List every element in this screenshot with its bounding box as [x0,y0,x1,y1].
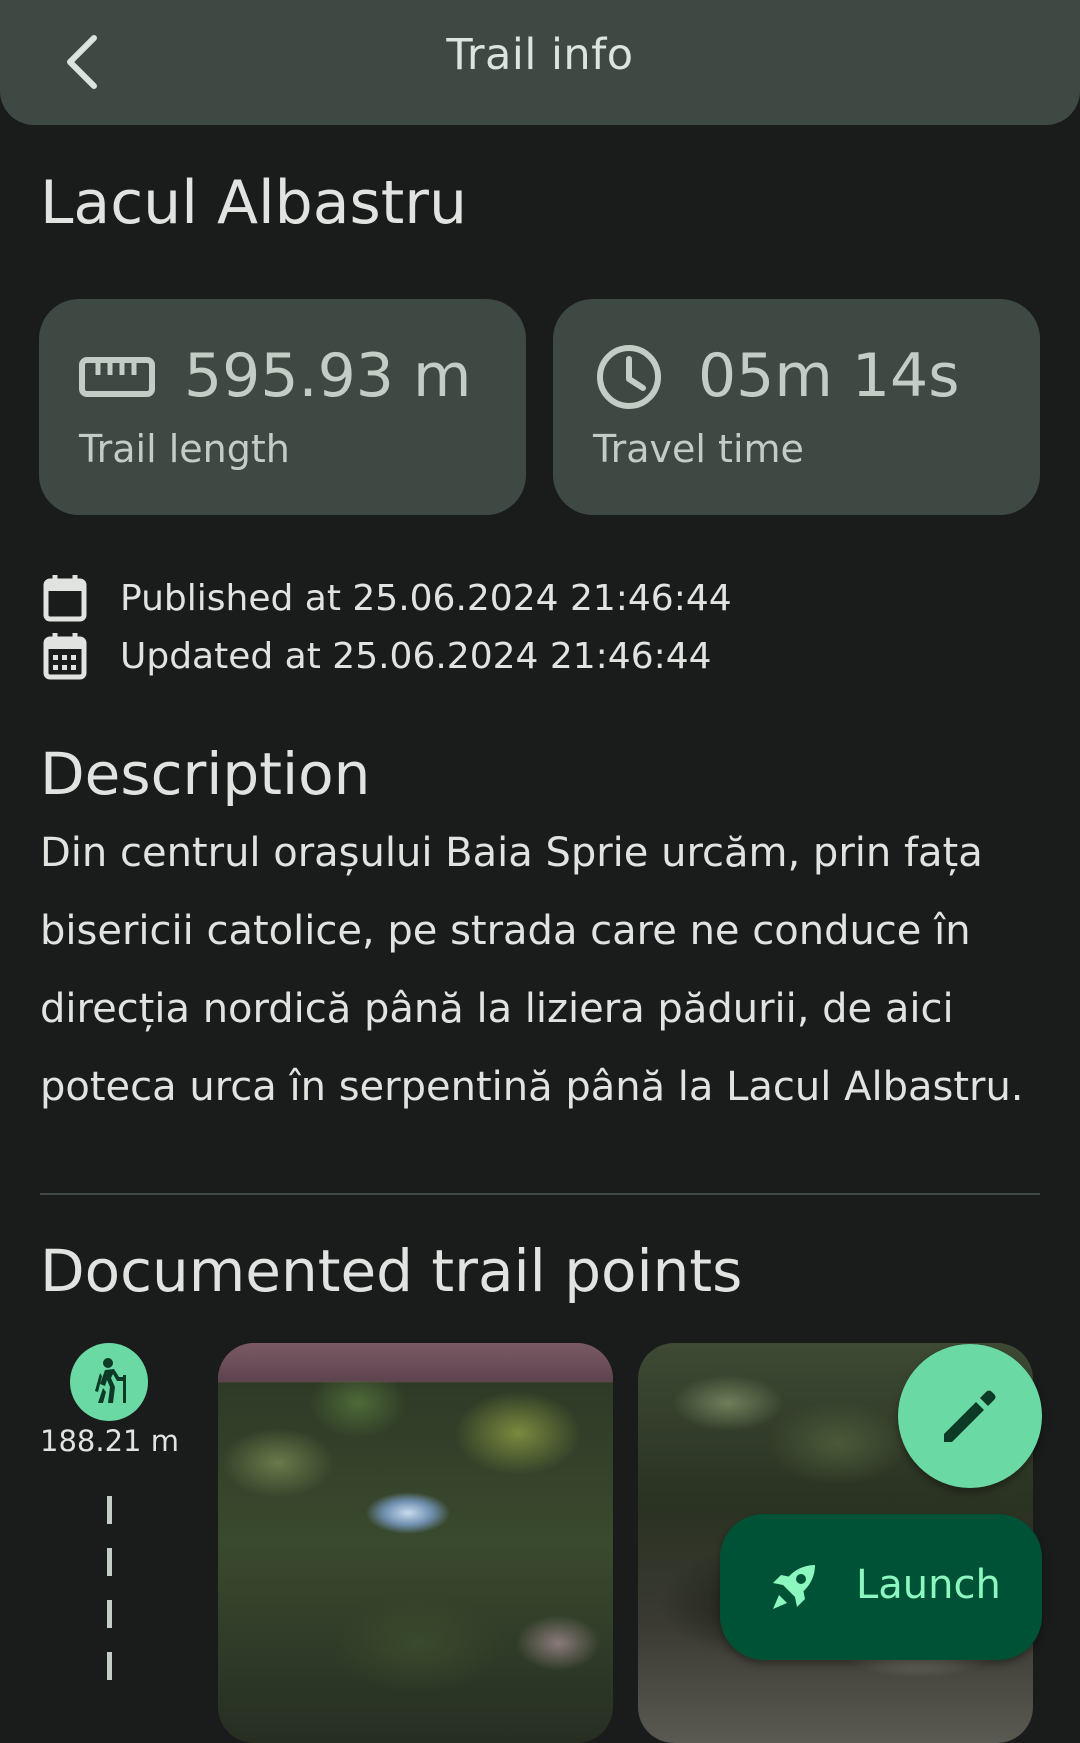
trail-length-label: Trail length [79,427,290,471]
trail-name: Lacul Albastru [40,168,468,238]
page-title: Trail info [446,30,634,80]
trail-points-title: Documented trail points [40,1237,743,1305]
travel-time-value: 05m 14s [698,341,960,411]
published-text: Published at 25.06.2024 21:46:44 [120,577,732,619]
top-app-bar: Trail info [0,0,1080,125]
description-title: Description [40,740,371,808]
calendar-month-icon [40,630,90,682]
hiking-icon [95,1358,126,1403]
clock-icon [595,343,663,411]
point-distance: 188.21 m [40,1424,179,1458]
updated-row: Updated at 25.06.2024 21:46:44 [40,630,712,682]
launch-label: Launch [856,1562,1001,1608]
published-row: Published at 25.06.2024 21:46:44 [40,572,732,624]
travel-time-label: Travel time [593,427,804,471]
travel-time-card: 05m 14s Travel time [553,299,1040,515]
trail-dashed-line [107,1496,112,1696]
trail-point-photo[interactable] [218,1343,613,1743]
calendar-icon [40,572,90,624]
updated-text: Updated at 25.06.2024 21:46:44 [120,635,712,677]
trail-length-card: 595.93 m Trail length [39,299,526,515]
launch-button[interactable]: Launch [720,1514,1042,1660]
edit-button[interactable] [898,1344,1042,1488]
description-text: Din centrul orașului Baia Sprie urcăm, p… [40,830,1024,1110]
divider [40,1193,1040,1195]
ruler-icon [79,357,155,397]
trail-length-value: 595.93 m [184,341,472,411]
rocket-icon [764,1558,822,1616]
pencil-icon [944,1390,996,1442]
hiking-badge [70,1343,148,1421]
